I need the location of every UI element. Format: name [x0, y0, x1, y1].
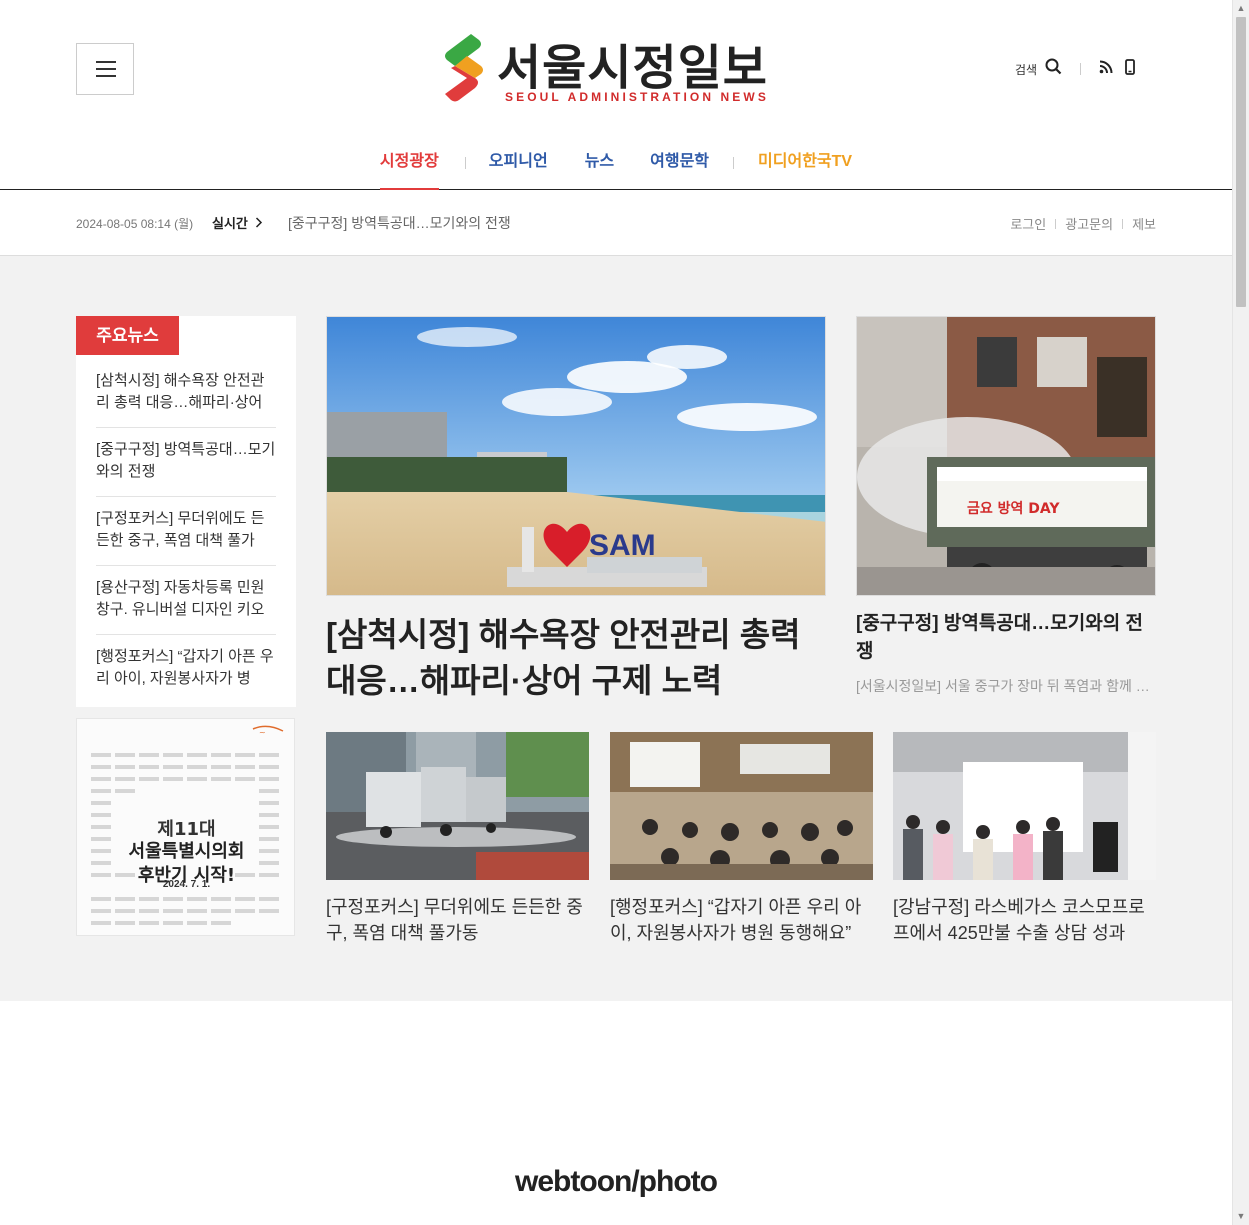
live-label: 실시간: [212, 216, 248, 231]
hamburger-icon: [96, 68, 116, 70]
hamburger-menu-button[interactable]: [76, 43, 134, 95]
list-item[interactable]: [용산구정] 자동차등록 민원창구. 유니버설 디자인 키오: [96, 566, 276, 635]
fogging-truck-photo: 금요 방역 DAY: [857, 317, 1155, 595]
news-card-title[interactable]: [강남구정] 라스베가스 코스모프로프에서 425만불 수출 상담 성과: [893, 894, 1156, 946]
nav-item-city-plaza[interactable]: 시정광장: [379, 140, 439, 190]
main-news-area: 주요뉴스 [삼척시정] 해수욕장 안전관리 총력 대응…해파리·상어 [중구구정…: [0, 256, 1232, 1001]
logo-title: 서울시정일보: [497, 40, 768, 96]
seminar-photo: [610, 732, 873, 880]
page: 서울시정일보 SEOUL ADMINISTRATION NEWS 검색 시정광장…: [0, 0, 1232, 1225]
hamburger-icon: [96, 61, 116, 63]
list-item[interactable]: [행정포커스] “갑자기 아픈 우리 아이, 자원봉사자가 병: [96, 635, 276, 704]
news-ticker[interactable]: [중구구정] 방역특공대…모기와의 전쟁: [288, 213, 511, 233]
top-news-box: 주요뉴스 [삼척시정] 해수욕장 안전관리 총력 대응…해파리·상어 [중구구정…: [76, 316, 296, 707]
news-card[interactable]: [행정포커스] “갑자기 아픈 우리 아이, 자원봉사자가 병원 동행해요”: [610, 732, 873, 946]
logo-subtitle: SEOUL ADMINISTRATION NEWS: [505, 90, 769, 104]
divider: [464, 157, 466, 169]
logo-mark-icon: [445, 34, 483, 102]
sub-headline-image: 금요 방역 DAY: [856, 316, 1156, 596]
utility-links: 로그인 광고문의 제보: [1010, 214, 1156, 233]
divider: [1055, 218, 1057, 229]
divider: [1080, 63, 1082, 75]
headline-title[interactable]: [삼척시정] 해수욕장 안전관리 총력 대응…해파리·상어 구제 노력: [326, 612, 826, 704]
ad-inquiry-link[interactable]: 광고문의: [1065, 214, 1113, 233]
expo-booth-photo: KOREA: [893, 732, 1156, 880]
news-card-image: [326, 732, 589, 880]
section-title: webtoon/photo: [515, 1165, 718, 1198]
report-link[interactable]: 제보: [1132, 214, 1156, 233]
divider: [733, 157, 735, 169]
list-item[interactable]: [중구구정] 방역특공대…모기와의 전쟁: [96, 428, 276, 497]
scroll-up-icon[interactable]: ▲: [1233, 0, 1249, 17]
search-label[interactable]: 검색: [1015, 61, 1037, 78]
site-logo[interactable]: 서울시정일보 SEOUL ADMINISTRATION NEWS: [441, 32, 793, 107]
banner-date: 2024. 7. 1.: [162, 879, 211, 890]
hamburger-icon: [96, 75, 116, 77]
svg-text:금요 방역 DAY: 금요 방역 DAY: [967, 500, 1060, 517]
list-item[interactable]: [구정포커스] 무더위에도 든든한 중구, 폭염 대책 풀가: [96, 497, 276, 566]
info-bar: 2024-08-05 08:14 (월) 실시간 [중구구정] 방역특공대…모기…: [0, 190, 1232, 256]
live-news-button[interactable]: 실시간: [212, 213, 263, 232]
chevron-right-icon: [255, 217, 262, 228]
beach-photo: SAM: [327, 317, 825, 595]
nav-item-travel-literature[interactable]: 여행문학: [650, 140, 709, 190]
site-header: 서울시정일보 SEOUL ADMINISTRATION NEWS 검색 시정광장…: [0, 0, 1232, 190]
current-date: 2024-08-05 08:14 (월): [76, 217, 194, 231]
news-card-image: [610, 732, 873, 880]
divider: [1122, 218, 1124, 229]
news-card-image: KOREA: [893, 732, 1156, 880]
webtoon-photo-section: webtoon/photo: [0, 1001, 1232, 1225]
water-truck-photo: [326, 732, 589, 880]
banner-line2: 서울특별시의회: [128, 841, 245, 862]
news-card[interactable]: [구정포커스] 무더위에도 든든한 중구, 폭염 대책 풀가동: [326, 732, 589, 946]
sub-headline-summary: [서울시정일보] 서울 중구가 장마 뒤 폭염과 함께 모기: [856, 678, 1156, 694]
top-news-badge: 주요뉴스: [76, 316, 179, 355]
login-link[interactable]: 로그인: [1010, 214, 1046, 233]
nav-item-opinion[interactable]: 오피니언: [489, 140, 548, 190]
nav-item-news[interactable]: 뉴스: [585, 140, 614, 190]
council-banner[interactable]: ~ 제11대 서울특별시의회 후반기 시작! 2024. 7. 1.: [76, 718, 295, 936]
main-navigation: 시정광장 오피니언 뉴스 여행문학 미디어한국TV: [0, 140, 1232, 190]
top-news-list: [삼척시정] 해수욕장 안전관리 총력 대응…해파리·상어 [중구구정] 방역특…: [96, 359, 276, 704]
scroll-down-icon[interactable]: ▼: [1233, 1208, 1249, 1225]
sub-headline-title[interactable]: [중구구정] 방역특공대…모기와의 전쟁: [856, 610, 1156, 666]
sub-headline-article[interactable]: 금요 방역 DAY [중구구정] 방역특공대…모기와의 전쟁 [서울시정일보] …: [856, 316, 1156, 696]
header-tools: 검색: [1015, 58, 1135, 80]
nav-item-media-korea-tv[interactable]: 미디어한국TV: [758, 140, 852, 190]
search-icon[interactable]: [1045, 58, 1062, 80]
news-card[interactable]: KOREA [강남구정] 라스베가스 코스모프로프에서 425만불 수출 상담 …: [893, 732, 1156, 946]
scrollbar-thumb[interactable]: [1236, 17, 1246, 307]
mobile-icon[interactable]: [1125, 58, 1135, 80]
vertical-scrollbar[interactable]: ▲ ▼: [1232, 0, 1249, 1225]
headline-article[interactable]: SAM [삼척시정] 해수욕장 안전관리 총력 대응…해파리·상어 구제 노력: [326, 316, 826, 704]
news-card-title[interactable]: [구정포커스] 무더위에도 든든한 중구, 폭염 대책 풀가동: [326, 894, 589, 946]
svg-text:~: ~: [259, 728, 266, 737]
headline-image: SAM: [326, 316, 826, 596]
news-card-title[interactable]: [행정포커스] “갑자기 아픈 우리 아이, 자원봉사자가 병원 동행해요”: [610, 894, 873, 946]
list-item[interactable]: [삼척시정] 해수욕장 안전관리 총력 대응…해파리·상어: [96, 359, 276, 428]
rss-icon[interactable]: [1099, 60, 1113, 79]
